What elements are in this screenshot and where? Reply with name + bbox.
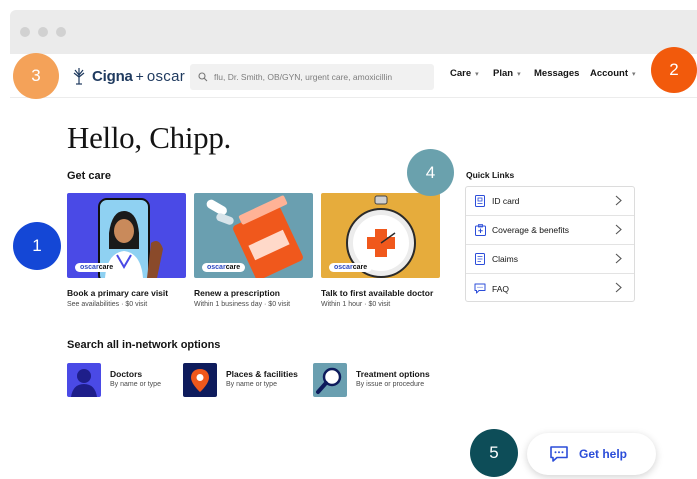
care-card-primary-visit[interactable]: oscarcare Book a primary care visit See … <box>67 193 186 308</box>
get-care-heading: Get care <box>67 170 112 182</box>
oscarcare-badge: oscarcare <box>75 263 119 272</box>
quick-link-coverage-benefits[interactable]: Coverage & benefits <box>466 216 634 245</box>
top-navigation-bar: Cigna + oscar Care ▾ Plan ▾ Messages Acc… <box>10 54 697 98</box>
logo-oscar-text: oscar <box>146 67 186 85</box>
quick-link-faq[interactable]: FAQ <box>466 274 634 303</box>
search-input[interactable] <box>214 72 424 82</box>
pill-bottle-illustration: oscarcare <box>194 193 313 278</box>
id-card-icon <box>474 195 486 207</box>
badge-oscar-text: oscar <box>334 264 353 271</box>
oscarcare-badge: oscarcare <box>329 263 373 272</box>
badge-care-text: care <box>352 264 368 271</box>
marker-badge-2: 2 <box>651 47 697 93</box>
nav-care-label: Care <box>450 68 472 79</box>
chevron-right-icon <box>615 224 622 235</box>
doctor-avatar-icon <box>67 363 101 397</box>
badge-care-text: care <box>225 264 241 271</box>
marker-badge-3: 3 <box>13 53 59 99</box>
nav-plan-label: Plan <box>493 68 514 79</box>
card-title: Renew a prescription <box>194 288 280 298</box>
search-option-treatments[interactable]: Treatment options By issue or procedure <box>313 363 430 397</box>
card-title: Talk to first available doctor <box>321 288 434 298</box>
nav-account[interactable]: Account ▾ <box>590 68 636 79</box>
option-title: Places & facilities <box>226 369 298 379</box>
badge-oscar-text: oscar <box>80 264 99 271</box>
quick-link-label: FAQ <box>492 283 510 294</box>
option-subtitle: By name or type <box>226 381 277 388</box>
logo-plus-text: + <box>135 68 144 84</box>
nav-care[interactable]: Care ▾ <box>450 68 479 79</box>
get-help-label: Get help <box>579 447 628 461</box>
nav-messages-label: Messages <box>534 68 580 79</box>
coverage-icon <box>474 224 486 236</box>
window-dot-icon <box>38 27 48 37</box>
chat-bubble-icon <box>550 446 568 462</box>
search-options-heading: Search all in-network options <box>67 339 221 351</box>
quick-links-heading: Quick Links <box>466 170 515 180</box>
window-dot-icon <box>56 27 66 37</box>
option-title: Doctors <box>110 369 143 379</box>
cigna-oscar-logo[interactable]: Cigna + oscar <box>70 66 185 86</box>
doctor-illustration: oscarcare <box>67 193 186 278</box>
marker-badge-4: 4 <box>407 149 454 196</box>
care-card-first-available-doctor[interactable]: oscarcare Talk to first available doctor… <box>321 193 440 308</box>
quick-links-list: ID card Coverage & benefits Claims FAQ <box>465 186 635 302</box>
quick-link-claims[interactable]: Claims <box>466 245 634 274</box>
card-title: Book a primary care visit <box>67 288 169 298</box>
option-subtitle: By name or type <box>110 381 161 388</box>
quick-link-label: Coverage & benefits <box>492 225 570 235</box>
chevron-right-icon <box>615 282 622 293</box>
chat-icon <box>474 283 486 295</box>
marker-badge-5: 5 <box>470 429 518 477</box>
option-subtitle: By issue or procedure <box>356 381 425 388</box>
search-icon <box>198 72 208 82</box>
chevron-down-icon: ▾ <box>517 70 521 78</box>
badge-oscar-text: oscar <box>207 264 226 271</box>
card-subtitle: See availabilities · $0 visit <box>67 301 148 308</box>
window-dot-icon <box>20 27 30 37</box>
browser-chrome <box>10 10 697 54</box>
badge-care-text: care <box>98 264 114 271</box>
quick-link-label: Claims <box>492 254 518 264</box>
card-subtitle: Within 1 hour · $0 visit <box>321 301 391 308</box>
nav-messages[interactable]: Messages <box>534 68 579 79</box>
chevron-right-icon <box>615 253 622 264</box>
page-greeting: Hello, Chipp. <box>67 120 232 155</box>
care-card-renew-prescription[interactable]: oscarcare Renew a prescription Within 1 … <box>194 193 313 308</box>
claims-icon <box>474 253 486 265</box>
nav-plan[interactable]: Plan ▾ <box>493 68 521 79</box>
cigna-tree-icon <box>73 68 85 85</box>
marker-badge-1: 1 <box>13 222 61 270</box>
search-option-places[interactable]: Places & facilities By name or type <box>183 363 298 397</box>
quick-link-label: ID card <box>492 196 520 206</box>
magnifier-icon <box>313 363 347 397</box>
quick-link-id-card[interactable]: ID card <box>466 187 634 216</box>
card-subtitle: Within 1 business day · $0 visit <box>194 301 291 308</box>
nav-account-label: Account <box>590 68 628 79</box>
chevron-down-icon: ▾ <box>475 70 479 78</box>
get-help-button[interactable]: Get help <box>527 433 656 475</box>
search-option-doctors[interactable]: Doctors By name or type <box>67 363 161 397</box>
stopwatch-illustration: oscarcare <box>321 193 440 278</box>
chevron-right-icon <box>615 195 622 206</box>
logo-cigna-text: Cigna <box>92 67 133 85</box>
search-bar[interactable] <box>190 64 434 90</box>
oscarcare-badge: oscarcare <box>202 263 246 272</box>
chevron-down-icon: ▾ <box>632 70 636 78</box>
option-title: Treatment options <box>356 369 430 379</box>
map-pin-icon <box>183 363 217 397</box>
